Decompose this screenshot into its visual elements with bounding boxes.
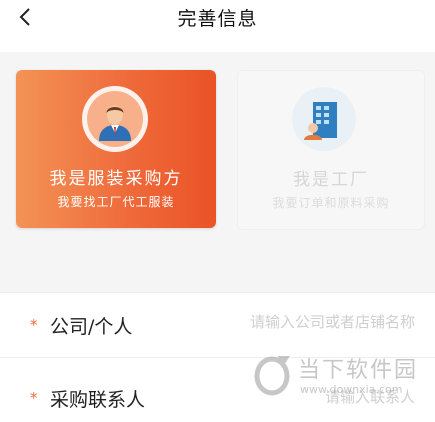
buyer-role-card[interactable]: 我是服装采购方 我要找工厂代工服装 <box>16 70 216 228</box>
businessman-avatar-icon <box>82 86 148 152</box>
required-mark: * <box>30 316 38 334</box>
contact-label: 采购联系人 <box>50 389 146 411</box>
company-input[interactable] <box>215 313 415 331</box>
buyer-card-subtitle: 我要找工厂代工服装 <box>57 195 175 209</box>
required-mark: * <box>30 389 38 407</box>
header-bar: 完善信息 <box>0 0 435 34</box>
page-title: 完善信息 <box>177 8 258 30</box>
watermark-logo-icon <box>254 356 290 396</box>
factory-role-card[interactable]: 我是工厂 我要订单和原料采购 <box>237 70 425 230</box>
factory-building-icon <box>292 87 356 151</box>
company-row: * 公司/个人 <box>0 293 435 357</box>
watermark-url: www.downxia.com <box>300 383 403 396</box>
factory-card-title: 我是工厂 <box>293 170 369 190</box>
buyer-card-title: 我是服装采购方 <box>49 169 183 189</box>
factory-card-subtitle: 我要订单和原料采购 <box>272 196 390 210</box>
company-label: 公司/个人 <box>50 316 133 338</box>
watermark-title: 当下软件园 <box>298 358 419 383</box>
watermark: 当下软件园 www.downxia.com <box>248 350 418 405</box>
